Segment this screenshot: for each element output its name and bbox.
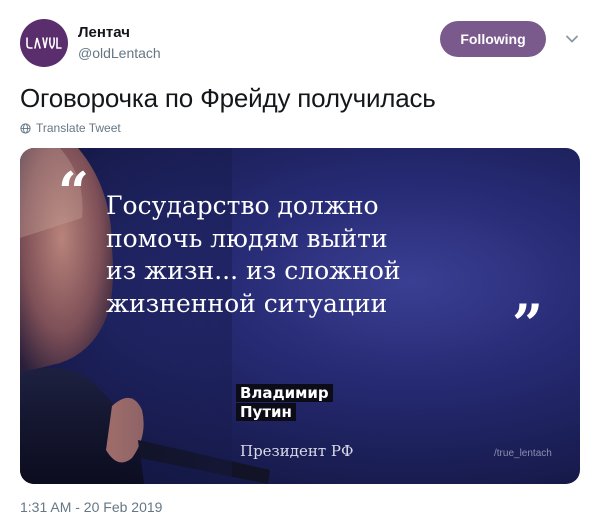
quote-text: Государство должно помочь людям выйти из… (106, 191, 401, 318)
author-first-name: Владимир (236, 384, 333, 402)
chevron-down-icon (566, 35, 578, 43)
translate-label[interactable]: Translate Tweet (36, 121, 121, 135)
translate-tweet-link[interactable]: Translate Tweet (20, 121, 121, 135)
avatar[interactable] (20, 19, 68, 67)
tweet-menu-button[interactable] (564, 31, 580, 47)
tweet-text: Оговорочка по Фрейду получилась (20, 83, 436, 113)
display-name[interactable]: Лентач (78, 23, 161, 43)
author-title: Президент РФ (240, 442, 354, 460)
user-block[interactable]: Лентач @oldLentach (78, 23, 161, 62)
following-button[interactable]: Following (440, 21, 546, 57)
watermark: /true_lentach (494, 448, 552, 459)
author-name: Владимир Путин (236, 384, 333, 422)
lentach-logo-icon (26, 37, 62, 50)
tweet-media-image[interactable]: “ Государство должно помочь людям выйти … (20, 148, 580, 484)
tweet-timestamp[interactable]: 1:31 AM - 20 Feb 2019 (20, 499, 162, 515)
quote-open-mark: “ (58, 160, 90, 224)
quote-close-mark: ” (512, 292, 544, 356)
tweet-header: Лентач @oldLentach Following (20, 19, 585, 67)
author-last-name: Путин (236, 403, 296, 421)
globe-icon (20, 122, 31, 134)
tweet-card: Лентач @oldLentach Following Оговорочка … (0, 0, 599, 522)
handle[interactable]: @oldLentach (78, 44, 161, 62)
